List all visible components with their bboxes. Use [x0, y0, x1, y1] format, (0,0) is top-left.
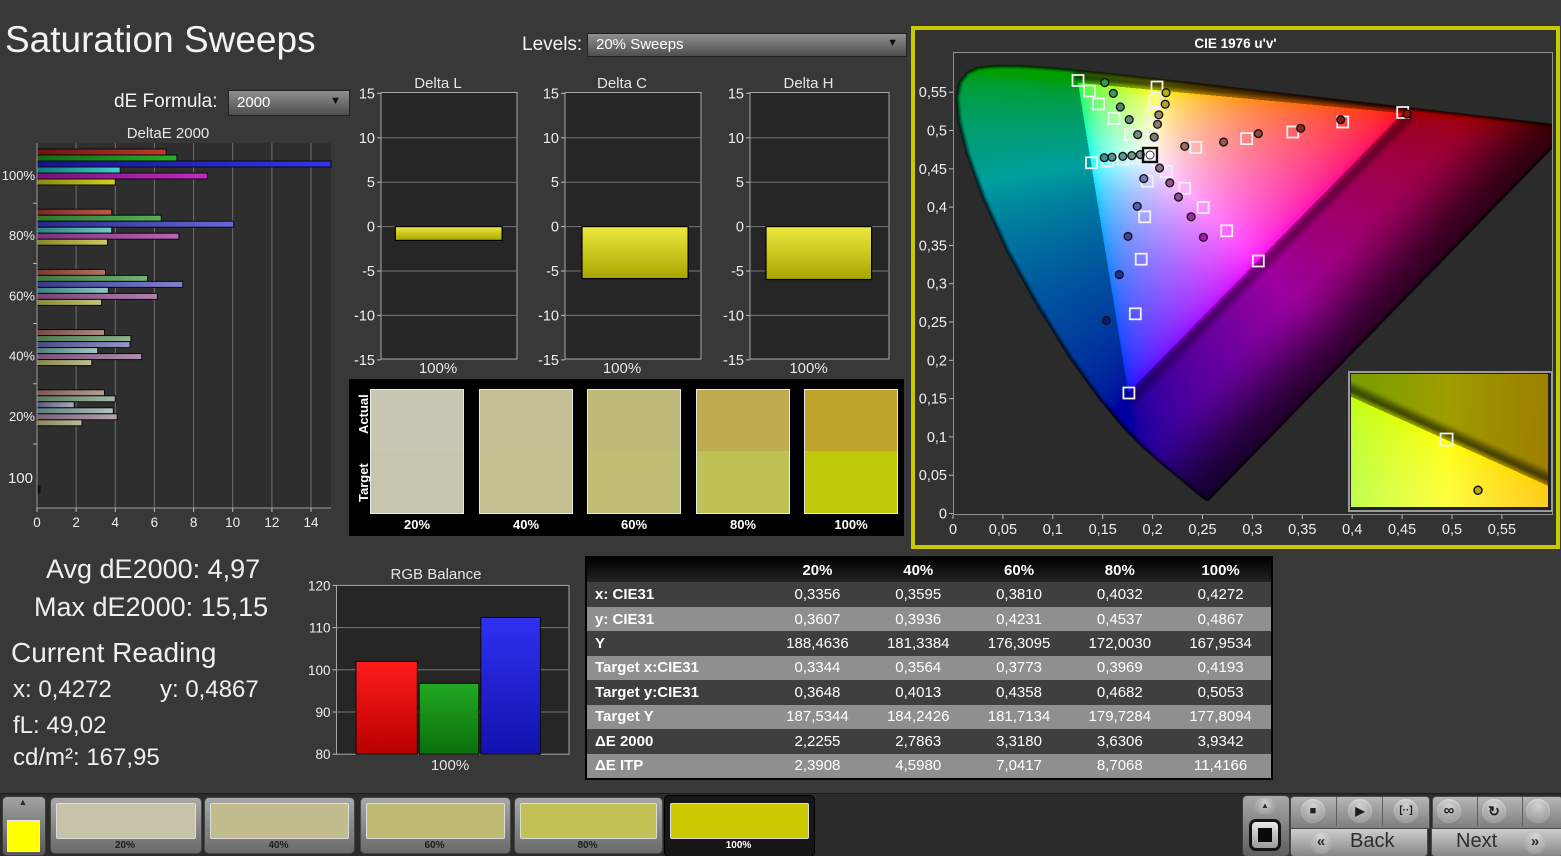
svg-text:0,5: 0,5 [927, 124, 947, 140]
svg-text:0: 0 [939, 507, 947, 523]
svg-text:0,45: 0,45 [1388, 522, 1416, 538]
svg-text:0,2: 0,2 [1143, 522, 1163, 538]
svg-text:0: 0 [949, 522, 957, 538]
svg-text:0,3: 0,3 [1242, 522, 1262, 538]
svg-text:0,55: 0,55 [919, 85, 947, 101]
svg-text:0,15: 0,15 [919, 392, 947, 408]
svg-text:0,4: 0,4 [927, 200, 947, 216]
svg-text:0,25: 0,25 [1188, 522, 1216, 538]
svg-text:0,1: 0,1 [1043, 522, 1063, 538]
svg-text:0,4: 0,4 [1342, 522, 1362, 538]
svg-text:0,45: 0,45 [919, 162, 947, 178]
svg-text:0,35: 0,35 [1288, 522, 1316, 538]
svg-text:0,05: 0,05 [989, 522, 1017, 538]
svg-text:0,3: 0,3 [927, 277, 947, 293]
svg-text:0,05: 0,05 [919, 468, 947, 484]
svg-text:0,5: 0,5 [1442, 522, 1462, 538]
svg-text:0,15: 0,15 [1089, 522, 1117, 538]
svg-text:0,35: 0,35 [919, 238, 947, 254]
svg-text:0,25: 0,25 [919, 315, 947, 331]
svg-text:0,2: 0,2 [927, 353, 947, 369]
svg-text:0,1: 0,1 [927, 430, 947, 446]
svg-text:0,55: 0,55 [1488, 522, 1516, 538]
